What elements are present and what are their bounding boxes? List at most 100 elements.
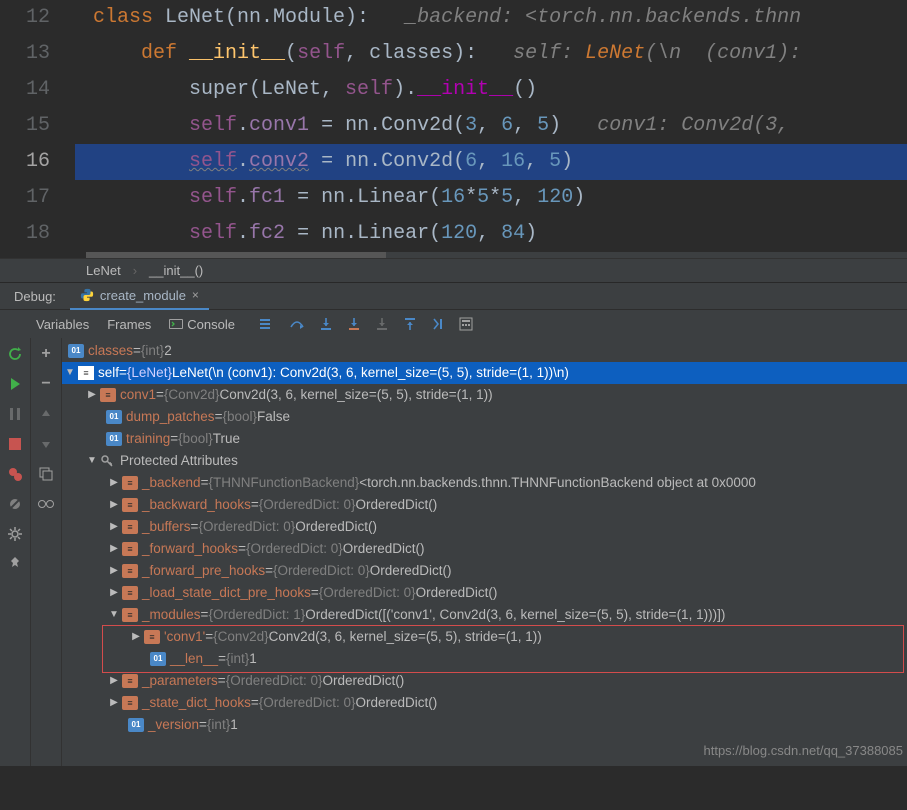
up-icon[interactable] bbox=[38, 406, 54, 422]
rerun-icon[interactable] bbox=[7, 346, 23, 362]
line-number: 12 bbox=[0, 0, 75, 36]
line-number: 15 bbox=[0, 108, 75, 144]
var-dump-patches[interactable]: 01 dump_patches = {bool} False bbox=[62, 406, 907, 428]
close-icon[interactable]: × bbox=[192, 288, 199, 302]
step-out-icon[interactable] bbox=[403, 317, 417, 331]
line-number: 13 bbox=[0, 36, 75, 72]
stop-icon[interactable] bbox=[7, 436, 23, 452]
settings-icon[interactable] bbox=[7, 526, 23, 542]
code-editor[interactable]: 12 class LeNet(nn.Module): _backend: <to… bbox=[0, 0, 907, 258]
code-line[interactable]: class LeNet(nn.Module): _backend: <torch… bbox=[75, 0, 907, 36]
resume-icon[interactable] bbox=[7, 376, 23, 392]
var-load-state-dict-pre-hooks[interactable]: ▶ ≡ _load_state_dict_pre_hooks = {Ordere… bbox=[62, 582, 907, 604]
expand-icon[interactable]: ▶ bbox=[128, 626, 144, 648]
var-forward-hooks[interactable]: ▶ ≡ _forward_hooks = {OrderedDict: 0} Or… bbox=[62, 538, 907, 560]
code-line[interactable]: self.conv1 = nn.Conv2d(3, 6, 5) conv1: C… bbox=[75, 108, 907, 144]
tab-console[interactable]: Console bbox=[169, 317, 235, 332]
object-icon: ≡ bbox=[122, 498, 138, 512]
int-icon: 01 bbox=[128, 718, 144, 732]
tab-variables[interactable]: Variables bbox=[36, 317, 89, 332]
expand-icon[interactable]: ▶ bbox=[106, 670, 122, 692]
remove-watch-icon[interactable]: − bbox=[38, 376, 54, 392]
var-classes[interactable]: 01 classes = {int} 2 bbox=[62, 340, 907, 362]
glasses-icon[interactable] bbox=[38, 496, 54, 512]
crumb-method[interactable]: __init__() bbox=[149, 263, 203, 278]
pause-icon[interactable] bbox=[7, 406, 23, 422]
python-file-icon bbox=[80, 288, 94, 302]
step-into-my-code-icon[interactable] bbox=[347, 317, 361, 331]
code-line[interactable]: super(LeNet, self).__init__() bbox=[75, 72, 907, 108]
expand-icon[interactable]: ▶ bbox=[106, 560, 122, 582]
debug-tab-label: create_module bbox=[100, 288, 186, 303]
add-watch-icon[interactable]: + bbox=[38, 346, 54, 362]
view-breakpoints-icon[interactable] bbox=[7, 466, 23, 482]
var-self[interactable]: ▼ ≡ self = {LeNet} LeNet(\n (conv1): Con… bbox=[62, 362, 907, 384]
expand-icon[interactable]: ▶ bbox=[106, 538, 122, 560]
evaluate-icon[interactable] bbox=[459, 317, 473, 331]
object-icon: ≡ bbox=[122, 674, 138, 688]
var-state-dict-hooks[interactable]: ▶ ≡ _state_dict_hooks = {OrderedDict: 0}… bbox=[62, 692, 907, 714]
object-icon: ≡ bbox=[122, 542, 138, 556]
debug-label: Debug: bbox=[0, 289, 70, 304]
inline-hint: _backend: <torch.nn.backends.thnn bbox=[405, 6, 801, 29]
expand-icon[interactable]: ▶ bbox=[106, 692, 122, 714]
code-line-current[interactable]: self.conv2 = nn.Conv2d(6, 16, 5) bbox=[75, 144, 907, 180]
var-backend[interactable]: ▶ ≡ _backend = {THNNFunctionBackend} <to… bbox=[62, 472, 907, 494]
expand-icon[interactable]: ▶ bbox=[106, 516, 122, 538]
var-protected[interactable]: ▼ Protected Attributes bbox=[62, 450, 907, 472]
expand-icon[interactable]: ▶ bbox=[106, 494, 122, 516]
debug-tools-row: Variables Frames Console bbox=[0, 309, 907, 338]
code-line[interactable]: self.fc2 = nn.Linear(120, 84) bbox=[75, 216, 907, 252]
force-step-into-icon[interactable] bbox=[375, 317, 389, 331]
int-icon: 01 bbox=[68, 344, 84, 358]
show-exec-point-icon[interactable] bbox=[259, 317, 275, 331]
mute-breakpoints-icon[interactable] bbox=[7, 496, 23, 512]
var-conv1[interactable]: ▶ ≡ conv1 = {Conv2d} Conv2d(3, 6, kernel… bbox=[62, 384, 907, 406]
variables-side-toolbar: + − bbox=[31, 338, 62, 766]
var-version[interactable]: 01 _version = {int} 1 bbox=[62, 714, 907, 736]
collapse-icon[interactable]: ▼ bbox=[84, 450, 100, 472]
variables-tree[interactable]: 01 classes = {int} 2 ▼ ≡ self = {LeNet} … bbox=[62, 338, 907, 766]
bool-icon: 01 bbox=[106, 410, 122, 424]
int-icon: 01 bbox=[150, 652, 166, 666]
debug-tab-bar: Debug: create_module × bbox=[0, 282, 907, 309]
object-icon: ≡ bbox=[144, 630, 160, 644]
watermark: https://blog.csdn.net/qq_37388085 bbox=[704, 740, 904, 762]
bool-icon: 01 bbox=[106, 432, 122, 446]
step-into-icon[interactable] bbox=[319, 317, 333, 331]
var-parameters[interactable]: ▶ ≡ _parameters = {OrderedDict: 0} Order… bbox=[62, 670, 907, 692]
var-modules-conv1[interactable]: ▶ ≡ 'conv1' = {Conv2d} Conv2d(3, 6, kern… bbox=[62, 626, 907, 648]
var-modules-len[interactable]: 01 __len__ = {int} 1 bbox=[62, 648, 907, 670]
line-number: 14 bbox=[0, 72, 75, 108]
expand-icon[interactable]: ▶ bbox=[84, 384, 100, 406]
expand-icon[interactable]: ▶ bbox=[106, 582, 122, 604]
debug-tab[interactable]: create_module × bbox=[70, 282, 209, 310]
crumb-class[interactable]: LeNet bbox=[86, 263, 121, 278]
var-forward-pre-hooks[interactable]: ▶ ≡ _forward_pre_hooks = {OrderedDict: 0… bbox=[62, 560, 907, 582]
object-icon: ≡ bbox=[122, 696, 138, 710]
step-over-icon[interactable] bbox=[289, 317, 305, 331]
line-number: 18 bbox=[0, 216, 75, 252]
var-training[interactable]: 01 training = {bool} True bbox=[62, 428, 907, 450]
var-modules[interactable]: ▼ ≡ _modules = {OrderedDict: 1} OrderedD… bbox=[62, 604, 907, 626]
collapse-icon[interactable]: ▼ bbox=[62, 362, 78, 384]
var-backward-hooks[interactable]: ▶ ≡ _backward_hooks = {OrderedDict: 0} O… bbox=[62, 494, 907, 516]
expand-icon[interactable]: ▶ bbox=[106, 472, 122, 494]
debug-side-toolbar bbox=[0, 338, 31, 766]
object-icon: ≡ bbox=[78, 366, 94, 380]
down-icon[interactable] bbox=[38, 436, 54, 452]
object-icon: ≡ bbox=[122, 586, 138, 600]
var-buffers[interactable]: ▶ ≡ _buffers = {OrderedDict: 0} OrderedD… bbox=[62, 516, 907, 538]
tab-frames[interactable]: Frames bbox=[107, 317, 151, 332]
console-icon bbox=[169, 317, 183, 331]
object-icon: ≡ bbox=[122, 564, 138, 578]
code-line[interactable]: def __init__(self, classes): self: LeNet… bbox=[75, 36, 907, 72]
run-to-cursor-icon[interactable] bbox=[431, 317, 445, 331]
line-number: 17 bbox=[0, 180, 75, 216]
debug-panel: + − 01 classes = {int} 2 ▼ ≡ self = {LeN… bbox=[0, 338, 907, 766]
collapse-icon[interactable]: ▼ bbox=[106, 604, 122, 626]
code-line[interactable]: self.fc1 = nn.Linear(16*5*5, 120) bbox=[75, 180, 907, 216]
pin-icon[interactable] bbox=[7, 556, 23, 572]
key-icon bbox=[100, 454, 116, 468]
duplicate-icon[interactable] bbox=[38, 466, 54, 482]
